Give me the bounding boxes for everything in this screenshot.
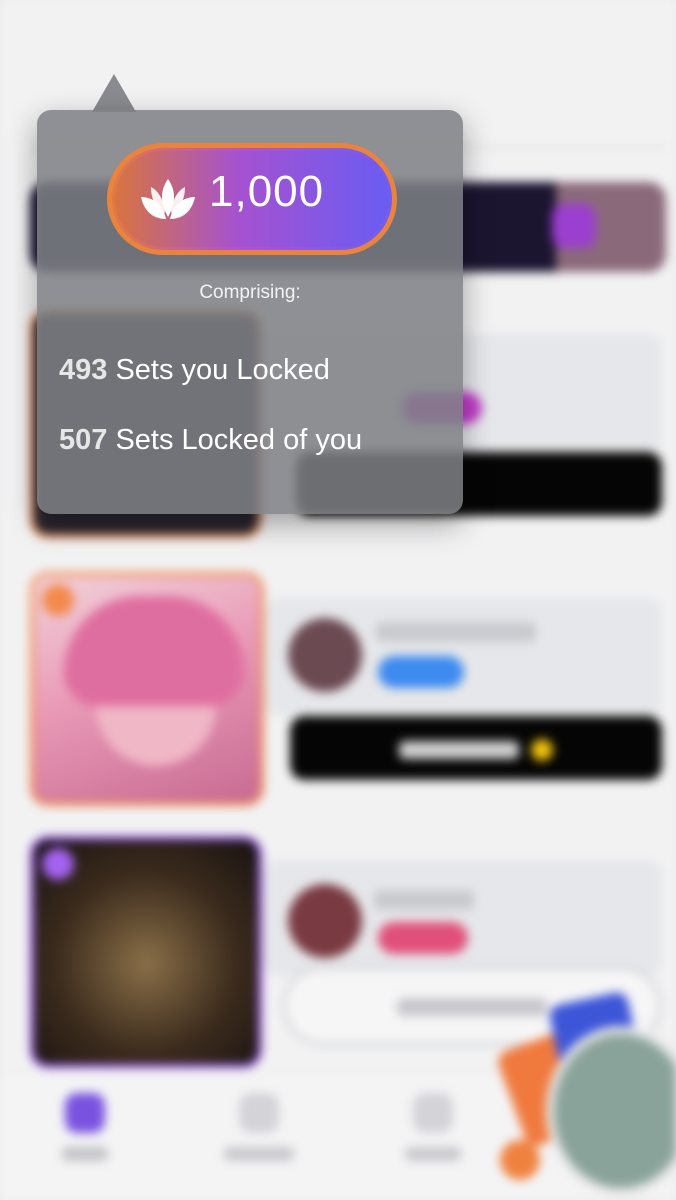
rarity-icon xyxy=(42,848,74,880)
trade-icon xyxy=(413,1093,453,1133)
floating-pack-button[interactable] xyxy=(495,990,676,1200)
stat-count: 493 xyxy=(59,354,108,386)
score-breakdown-popover: 1,000 Comprising: 493 Sets you Locked 50… xyxy=(37,110,463,514)
popover-arrow xyxy=(92,74,136,112)
seller-avatar[interactable] xyxy=(288,884,362,958)
quickbuy-button-2[interactable] xyxy=(290,716,662,780)
feed-icon xyxy=(65,1093,105,1133)
stat-sets-locked-of-you: 507 Sets Locked of you xyxy=(59,424,362,457)
seller-avatar[interactable] xyxy=(288,618,362,692)
seller-handle xyxy=(374,890,474,910)
score-value: 1,000 xyxy=(209,167,325,216)
lotus-icon xyxy=(141,179,195,219)
top-bar xyxy=(0,0,676,20)
card-thumb-dragon[interactable] xyxy=(30,836,262,1068)
card-thumb-pink-portrait[interactable] xyxy=(30,572,264,806)
score-pill: 1,000 xyxy=(107,143,397,255)
coin-icon xyxy=(531,738,554,761)
seller-badge xyxy=(378,922,468,954)
stat-label: Sets Locked of you xyxy=(115,424,363,456)
rarity-icon xyxy=(42,584,74,616)
comprising-label: Comprising: xyxy=(199,282,301,303)
nav-trade[interactable] xyxy=(378,1093,488,1166)
stat-sets-you-locked: 493 Sets you Locked xyxy=(59,354,330,387)
stat-count: 507 xyxy=(59,424,108,456)
stat-label: Sets you Locked xyxy=(115,354,330,386)
card-info-3 xyxy=(262,860,662,976)
nav-feed[interactable] xyxy=(30,1093,140,1166)
seller-handle xyxy=(376,622,536,642)
nav-explore[interactable] xyxy=(204,1093,314,1166)
explore-icon xyxy=(239,1093,279,1133)
card-info-2 xyxy=(264,598,662,716)
seller-badge xyxy=(378,656,464,688)
